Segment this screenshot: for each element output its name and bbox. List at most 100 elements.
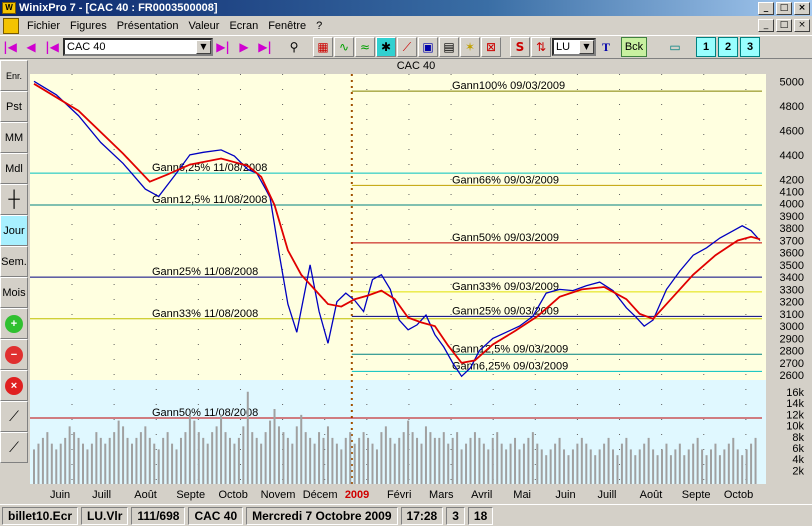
window-2-button[interactable]: 2 — [718, 37, 738, 57]
close-button[interactable]: × — [794, 1, 810, 15]
chevron-down-icon[interactable]: ▼ — [196, 40, 211, 54]
zoom-in-button[interactable]: + — [0, 308, 28, 339]
save-label: Enr. — [5, 70, 22, 81]
grid-button[interactable]: ┼ — [0, 184, 28, 215]
status-date: Mercredi 7 Octobre 2009 — [246, 506, 398, 525]
x-axis-label: Décem — [303, 489, 338, 501]
mdi-restore-button[interactable]: □ — [776, 19, 792, 32]
zoom-out-icon: − — [5, 345, 23, 364]
mois-button[interactable]: Mois — [0, 277, 28, 308]
text-tool-icon[interactable]: T — [596, 37, 616, 57]
menu-presentation[interactable]: Présentation — [112, 20, 184, 32]
menu-ecran[interactable]: Ecran — [224, 20, 263, 32]
volume-tick-label: 4k — [792, 454, 804, 466]
period-select[interactable]: LU ▼ — [552, 38, 596, 56]
period-select-value: LU — [556, 41, 571, 53]
bck-button[interactable]: Bck — [621, 37, 647, 57]
grid-icon[interactable]: ▦ — [313, 37, 333, 57]
x-axis-label: Avril — [471, 489, 492, 501]
gann-label: Gann33% 11/08/2008 — [152, 308, 258, 320]
mm-label: MM — [4, 131, 24, 144]
volume-tick-label: 10k — [786, 421, 804, 433]
status-field-1: 3 — [446, 506, 465, 525]
table-icon[interactable]: ▤ — [439, 37, 459, 57]
price-tick-label: 3100 — [780, 309, 804, 321]
status-time: 17:28 — [400, 506, 444, 525]
next-instrument-icon[interactable]: ▶ — [234, 37, 254, 57]
next-page-icon[interactable]: ▶| — [213, 37, 233, 57]
menu-fenetre[interactable]: Fenêtre — [263, 20, 311, 32]
price-chart[interactable]: 5000 4800 4600 4400 420041004000390038003700… — [30, 74, 812, 504]
status-field-2: 18 — [467, 506, 494, 525]
window-title: WinixPro 7 - [CAC 40 : FR0003500008] — [19, 2, 218, 14]
x-axis-label: Juin — [555, 489, 575, 501]
maximize-button[interactable]: □ — [776, 1, 792, 15]
menu-figures[interactable]: Figures — [65, 20, 112, 32]
zoom-out-button[interactable]: − — [0, 339, 28, 370]
status-bar: billet10.Ecr LU.Vlr 111/698 CAC 40 Mercr… — [0, 504, 812, 526]
fan-icon[interactable]: ✶ — [460, 37, 480, 57]
prev-instrument-icon[interactable]: ◀ — [21, 37, 41, 57]
price-tick-label: 3000 — [780, 321, 804, 333]
sem-label: Sem. — [1, 255, 27, 268]
app-icon: W — [2, 2, 16, 14]
x-axis-label: Juin — [50, 489, 70, 501]
instrument-select[interactable]: CAC 40 ▼ — [63, 38, 213, 56]
cross-grid-icon[interactable]: ⊠ — [481, 37, 501, 57]
minimize-button[interactable]: _ — [758, 1, 774, 15]
price-tick-label: 4000 — [780, 199, 804, 211]
x-axis-label: 2009 — [345, 489, 369, 501]
menu-help[interactable]: ? — [311, 20, 327, 32]
status-instrument: CAC 40 — [188, 506, 244, 525]
window-1-button[interactable]: 1 — [696, 37, 716, 57]
ruler-icon[interactable]: ⟋ — [397, 37, 417, 57]
price-tick-label: 4100 — [780, 187, 804, 199]
instrument-select-value: CAC 40 — [67, 41, 106, 53]
title-bar: W WinixPro 7 - [CAC 40 : FR0003500008] _… — [0, 0, 812, 16]
x-axis-label: Mai — [513, 489, 531, 501]
price-tick-label: 3900 — [780, 211, 804, 223]
last-instrument-icon[interactable]: ▶| — [255, 37, 275, 57]
x-axis-label: Novem — [261, 489, 296, 501]
mois-label: Mois — [2, 286, 26, 299]
delete-button[interactable]: × — [0, 370, 28, 401]
up-down-icon[interactable]: ⇅ — [531, 37, 551, 57]
jour-button[interactable]: Jour — [0, 215, 28, 246]
sem-button[interactable]: Sem. — [0, 246, 28, 277]
prev-page-icon[interactable]: |◀ — [42, 37, 62, 57]
period-chevron-down-icon[interactable]: ▼ — [579, 40, 594, 54]
price-tick-label: 3200 — [780, 297, 804, 309]
gann-label: Gann66% 09/03/2009 — [452, 174, 559, 186]
monitor-icon[interactable]: ▭ — [665, 37, 685, 57]
x-axis-label: Septe — [682, 489, 711, 501]
save-button[interactable]: Enr. — [0, 60, 28, 91]
s-icon[interactable]: S — [510, 37, 530, 57]
volume-tick-label: 12k — [786, 409, 804, 421]
delete-icon: × — [5, 376, 23, 395]
x-axis-label: Août — [134, 489, 157, 501]
price-tick-label: 3600 — [780, 248, 804, 260]
menu-fichier[interactable]: Fichier — [22, 20, 65, 32]
mm-button[interactable]: MM — [0, 122, 28, 153]
binoculars-icon[interactable]: ⚲ — [284, 37, 304, 57]
mdi-close-button[interactable]: × — [794, 19, 810, 32]
first-instrument-icon[interactable]: |◀ — [0, 37, 20, 57]
menu-valeur[interactable]: Valeur — [183, 20, 224, 32]
x-axis-label: Octob — [218, 489, 247, 501]
notebook-icon[interactable]: ▣ — [418, 37, 438, 57]
document-icon[interactable] — [3, 17, 19, 34]
mdi-minimize-button[interactable]: _ — [758, 19, 774, 32]
wave-icon[interactable]: ≈ — [355, 37, 375, 57]
volume-gann-label: Gann50% 11/08/2008 — [152, 407, 258, 419]
price-tick-label: 4800 — [780, 101, 804, 113]
x-axis-label: Octob — [724, 489, 753, 501]
crosshair-icon[interactable]: ✱ — [376, 37, 396, 57]
pst-button[interactable]: Pst — [0, 91, 28, 122]
line-chart-icon[interactable]: ∿ — [334, 37, 354, 57]
mdl-button[interactable]: Mdl — [0, 153, 28, 184]
window-3-button[interactable]: 3 — [740, 37, 760, 57]
toolbar: |◀ ◀ |◀ CAC 40 ▼ ▶| ▶ ▶| ⚲ ▦ ∿ ≈ ✱ ⟋ ▣ ▤… — [0, 35, 812, 59]
trend-line-button[interactable]: ⟋ — [0, 401, 28, 432]
trend-line-2-button[interactable]: ⟋ — [0, 432, 28, 463]
mdi-controls: _ □ × — [758, 19, 812, 32]
